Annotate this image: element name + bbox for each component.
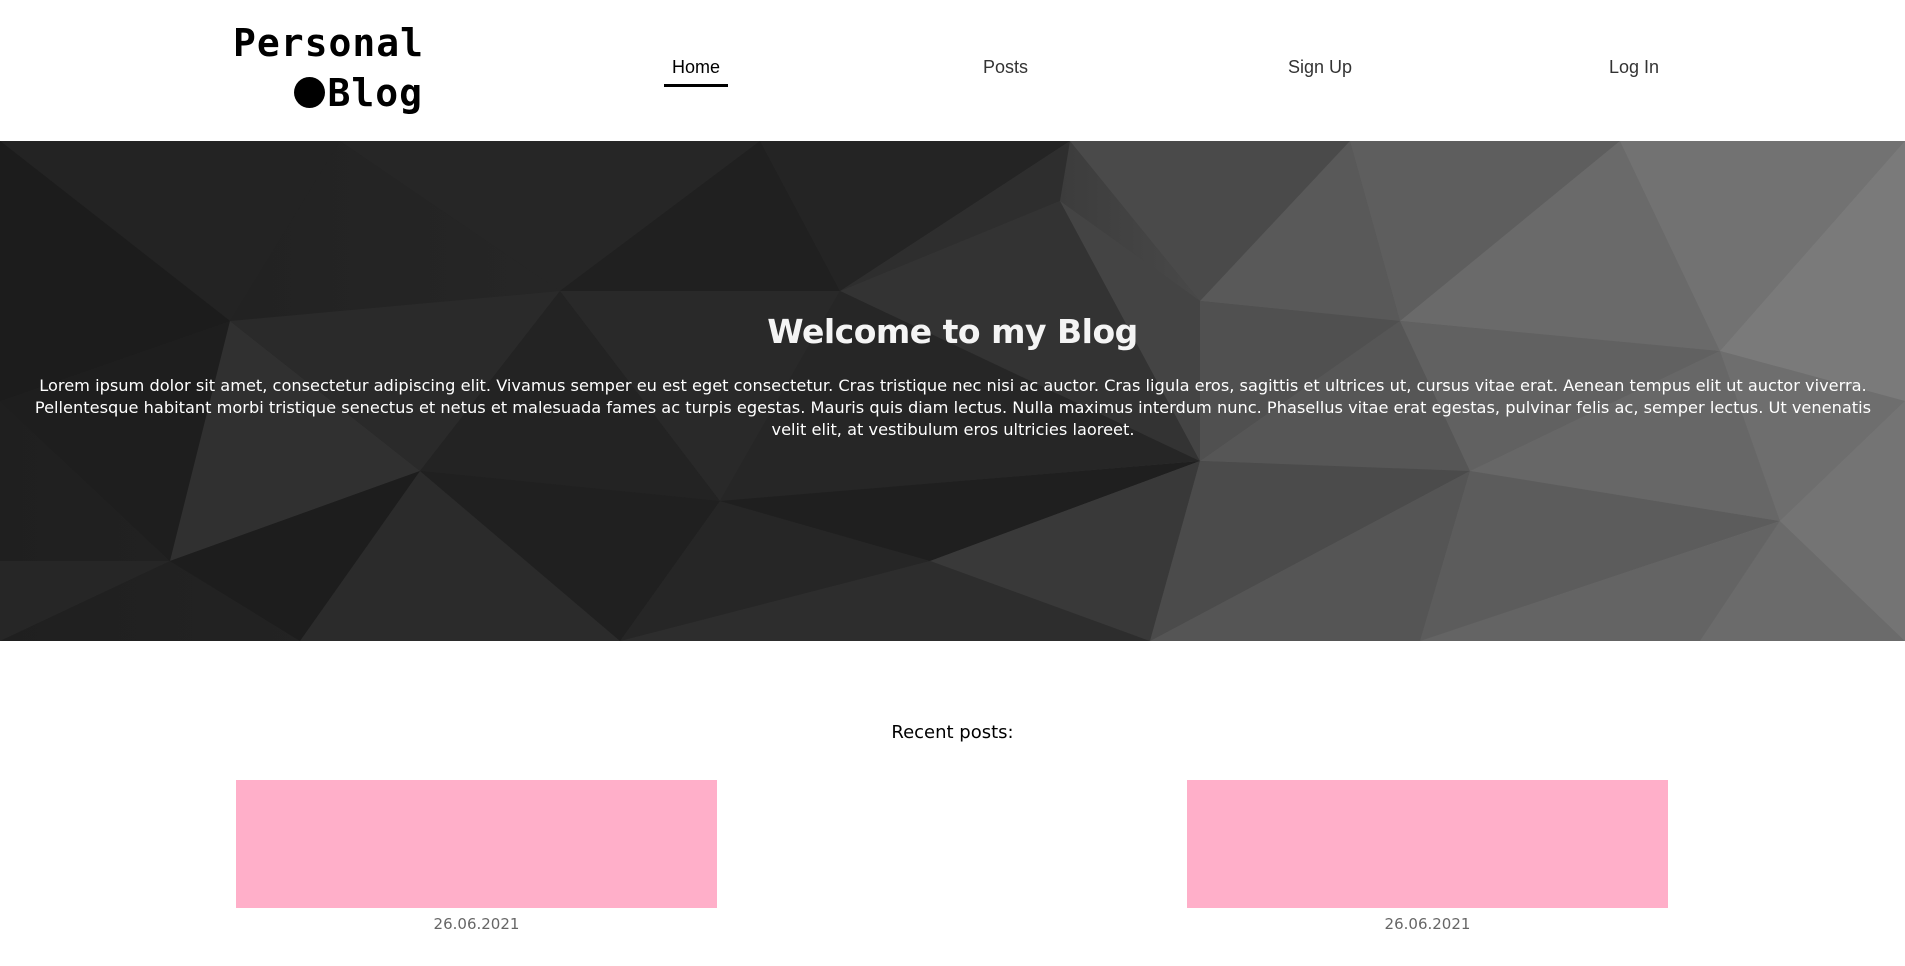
- logo-dot-icon: [294, 77, 326, 108]
- logo-line-personal: Personal: [233, 21, 425, 65]
- recent-posts-heading: Recent posts:: [891, 722, 1014, 743]
- nav-sign-up[interactable]: Sign Up: [1288, 57, 1352, 78]
- nav-posts[interactable]: Posts: [983, 57, 1028, 78]
- nav-log-in[interactable]: Log In: [1609, 57, 1659, 78]
- logo-blog-text: Blog: [327, 71, 423, 115]
- nav-home[interactable]: Home: [664, 57, 729, 87]
- post-card[interactable]: 26.06.2021: [1187, 780, 1668, 933]
- post-thumbnail[interactable]: [236, 780, 717, 908]
- hero-title: Welcome to my Blog: [767, 312, 1138, 351]
- site-header: Personal Blog Home Posts Sign Up Log In: [0, 0, 1905, 141]
- post-date: 26.06.2021: [1384, 915, 1471, 933]
- post-date: 26.06.2021: [433, 915, 520, 933]
- post-thumbnail[interactable]: [1187, 780, 1668, 908]
- logo-line-blog: Blog: [233, 68, 423, 118]
- hero-description: Lorem ipsum dolor sit amet, consectetur …: [34, 376, 1872, 439]
- post-card[interactable]: 26.06.2021: [236, 780, 717, 933]
- hero-banner: Welcome to my Blog Lorem ipsum dolor sit…: [0, 141, 1905, 641]
- site-logo[interactable]: Personal Blog: [233, 18, 423, 118]
